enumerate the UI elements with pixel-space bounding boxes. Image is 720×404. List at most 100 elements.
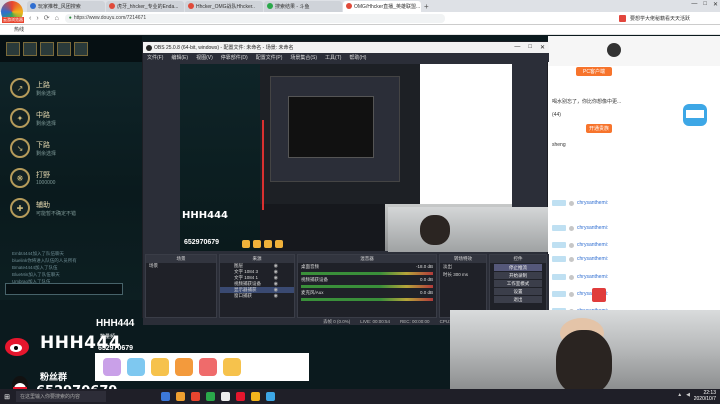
refresh-icon[interactable]: ⟳ [44,14,50,22]
role-sub: 剩余选择 [36,150,57,157]
menu-scene-collection[interactable]: 场景集合(S) [290,54,317,61]
obs-close-button[interactable]: ✕ [540,44,545,51]
menu-view[interactable]: 视图(V) [196,54,213,61]
visibility-icon[interactable]: ◉ [274,293,278,299]
gift-icon[interactable] [175,358,193,376]
obs-maximize-button[interactable]: □ [528,44,532,51]
bookmarks-bar: 热线 [0,25,720,35]
role-jungle[interactable]: ❋ 打野 1000000 [10,166,130,190]
menu-docks[interactable]: 停靠部件(D) [221,54,248,61]
back-icon[interactable]: ‹ [29,15,31,22]
gift-icon[interactable] [223,358,241,376]
stop-streaming-button[interactable]: 停止推流 [494,264,542,271]
chat-user[interactable]: chrysanthemi: [577,256,608,262]
maximize-button[interactable]: □ [703,1,707,8]
settings-button[interactable]: 设置 [494,288,542,295]
mixer-dock: 混音器 桌面音频 -18.0 dB 视频捕获设备 0.0 dB 麦克风/Aux … [297,254,437,318]
tab-4[interactable]: 搜索结果 - 斗鱼 [264,0,342,12]
start-icon[interactable]: ⊞ [0,389,14,404]
overlay-logo-secondary: HHH444 [96,318,135,329]
champion-icon[interactable] [57,42,71,56]
menu-edit[interactable]: 编辑(E) [171,54,188,61]
gift-icon[interactable] [592,288,606,302]
tab-3[interactable]: Hhcker_OMG战队Hhcker.. [185,0,263,12]
tab-2[interactable]: 虎牙_hhcker_专业的Enda... [106,0,184,12]
chat-message[interactable]: chrysanthemi: [552,287,716,301]
exit-button[interactable]: 退出 [494,296,542,303]
chat-user[interactable]: chrysanthemi: [577,225,608,231]
minimize-button[interactable]: — [691,1,697,8]
tab-5[interactable]: OMG/Hhcker直播_英雄联盟... [343,0,421,12]
network-icon[interactable]: ▲ [677,392,682,398]
gift-icon[interactable] [151,358,169,376]
extension-icon[interactable] [618,14,626,22]
user-avatar [569,200,574,206]
forward-icon[interactable]: › [36,15,38,22]
volume-meter[interactable] [301,272,433,275]
volume-meter[interactable] [301,285,433,288]
task-view-icon[interactable] [161,392,170,401]
champion-icon[interactable] [74,42,88,56]
tab-1[interactable]: 玩家推荐_风团搜索 [27,0,105,12]
app-icon[interactable] [206,392,215,401]
menu-profile[interactable]: 配置文件(P) [256,54,283,61]
close-button[interactable]: ✕ [713,1,718,8]
gift-icon[interactable] [103,358,121,376]
chat-message[interactable]: chrysanthemi: [552,238,716,252]
chat-user[interactable]: chrysanthemi: [577,274,608,280]
chat-message[interactable]: chrysanthemi: [552,270,716,284]
app-icon[interactable] [251,392,260,401]
scene-item[interactable]: 场景 [146,263,216,269]
chat-message[interactable]: chrysanthemi: [552,252,716,266]
role-mid[interactable]: ✦ 中路 剩余选择 [10,106,130,130]
streamer-avatar[interactable] [606,42,622,58]
tab-label: Hhcker_OMG战队Hhcker.. [196,3,255,10]
obs-logo-icon [146,44,152,51]
obs-minimize-button[interactable]: — [514,44,520,51]
mixer-channel: 视频捕获设备 0.0 dB [298,276,436,284]
open-noble-button[interactable]: 开通贵族 [586,124,612,133]
explorer-icon[interactable] [176,392,185,401]
mixer-channel: 桌面音频 -18.0 dB [298,263,436,271]
champion-icon[interactable] [23,42,37,56]
bookmark-item[interactable]: 热线 [14,26,24,33]
app-icon[interactable] [266,392,275,401]
menu-file[interactable]: 文件(F) [147,54,163,61]
chat-message[interactable]: chrysanthemi: [552,221,716,235]
chat-user[interactable]: chrysanthemi: [577,242,608,248]
pc-client-button[interactable]: PC客户端 [576,67,612,76]
role-support[interactable]: ✚ 辅助 可能暂不确定不错 [10,196,130,220]
app-icon[interactable] [236,392,245,401]
url-field[interactable]: ● https://www.douyu.com/7214671 [64,13,445,23]
obs-titlebar: OBS 25.0.8 (64-bit, windows) - 配置文件: 未命名… [143,42,549,53]
taskbar-search[interactable]: 在这里输入你要搜索的内容 [16,391,106,402]
tab-label: 搜索结果 - 斗鱼 [275,3,310,10]
browser-icon[interactable] [191,392,200,401]
obs-icon[interactable] [221,392,230,401]
menu-help[interactable]: 帮助(H) [349,54,366,61]
gift-icon[interactable] [127,358,145,376]
chat-user[interactable]: chrysanthemi: [577,200,608,206]
volume-meter[interactable] [301,298,433,301]
chat-message[interactable]: chrysanthemi: [552,196,716,210]
studio-mode-button[interactable]: 工作室模式 [494,280,542,287]
menu-tools[interactable]: 工具(T) [325,54,341,61]
home-icon[interactable]: ⌂ [55,15,59,22]
mixer-db: 0.0 dB [419,290,433,295]
source-item[interactable]: 窗口捕获 ◉ [220,293,294,299]
gift-icon[interactable] [199,358,217,376]
extension-text[interactable]: 要想学大佬秘籍看天天活跃 [630,15,690,22]
champion-icon[interactable] [40,42,54,56]
mascot-icon [683,104,707,126]
champion-icon[interactable] [6,42,20,56]
game-chat-input[interactable] [5,283,123,295]
new-tab-button[interactable]: + [424,2,429,11]
role-bot[interactable]: ↘ 下路 剩余选择 [10,136,130,160]
taskbar-clock[interactable]: 22:13 2020/10/7 [694,390,716,402]
start-recording-button[interactable]: 开始录制 [494,272,542,279]
volume-icon[interactable]: ◀ [686,392,690,398]
role-jungle-icon: ❋ [10,168,30,188]
role-top[interactable]: ↗ 上路 剩余选择 [10,76,130,100]
transition-duration[interactable]: 时长 300 ms [440,271,486,279]
transition-select[interactable]: 淡出 [440,263,486,271]
